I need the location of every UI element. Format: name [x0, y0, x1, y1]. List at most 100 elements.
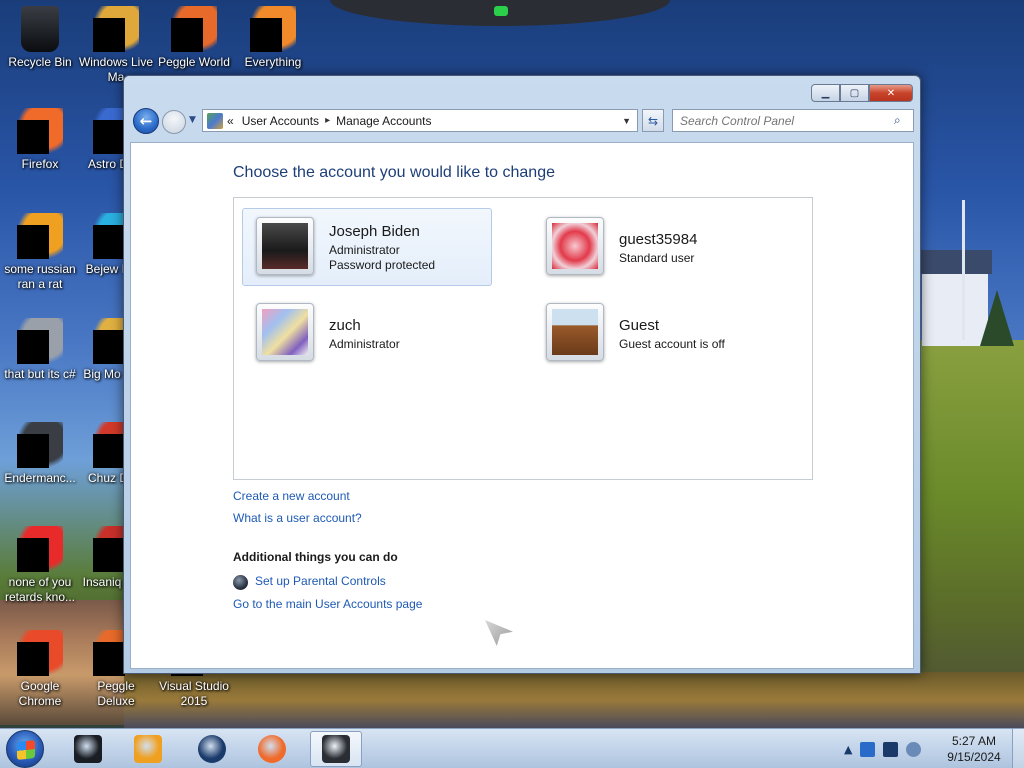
- system-tray: ▲: [844, 737, 929, 761]
- account-list: Joseph Biden Administrator Password protec…: [233, 197, 813, 480]
- taskbar: ▲ 5:27 AM 9/15/2024: [0, 728, 1024, 768]
- desktop-shortcut[interactable]: Everything: [234, 6, 312, 70]
- account-type: Standard user: [619, 251, 695, 265]
- desktop-shortcut[interactable]: none of you retards kno...: [1, 526, 79, 605]
- desktop-shortcut-label: Endermanc...: [4, 471, 76, 485]
- taskbar-button[interactable]: [122, 731, 174, 767]
- desktop-shortcut[interactable]: Google Chrome: [1, 630, 79, 709]
- show-desktop-button[interactable]: [1012, 729, 1024, 768]
- windows-logo-icon: [17, 740, 35, 760]
- show-hidden-icons-button[interactable]: ▲: [844, 743, 852, 756]
- redaction-block: [171, 18, 203, 52]
- redaction-block: [17, 120, 49, 154]
- shortcut-icon: [17, 318, 63, 364]
- account-picture-star: [552, 223, 598, 269]
- account-picture-briefcase: [552, 309, 598, 355]
- redaction-block: [93, 538, 125, 572]
- account-picture-abstract: [262, 309, 308, 355]
- page-title: Choose the account you would like to cha…: [233, 164, 555, 181]
- clock-date: 9/15/2024: [947, 750, 1001, 764]
- media-player-icon: [134, 735, 162, 763]
- start-button[interactable]: [6, 730, 44, 768]
- taskbar-button[interactable]: [246, 731, 298, 767]
- address-dropdown-icon[interactable]: ▼: [622, 116, 631, 126]
- search-box[interactable]: ⌕: [672, 109, 914, 132]
- redaction-block: [250, 18, 282, 52]
- chrome-icon: [17, 630, 63, 676]
- breadcrumb-manage-accounts[interactable]: Manage Accounts: [336, 114, 431, 128]
- account-type: Administrator: [329, 337, 400, 351]
- account-picture-dark: [262, 223, 308, 269]
- account-picture-frame: [546, 303, 604, 361]
- main-user-accounts-link[interactable]: Go to the main User Accounts page: [233, 597, 422, 611]
- recent-pages-dropdown[interactable]: ▼: [189, 115, 199, 125]
- maximize-button[interactable]: ▢: [840, 84, 869, 102]
- desktop-shortcut-label: some russian ran a rat: [4, 262, 76, 291]
- desktop-wallpaper-flagpole: [962, 200, 965, 340]
- desktop-shortcut[interactable]: Recycle Bin: [1, 6, 79, 70]
- additional-heading: Additional things you can do: [233, 550, 398, 564]
- account-picture-frame: [256, 303, 314, 361]
- forward-button[interactable]: [162, 110, 186, 134]
- account-name: Guest: [619, 317, 660, 334]
- volume-icon[interactable]: [906, 741, 922, 757]
- desktop-shortcut[interactable]: Peggle World: [155, 6, 233, 70]
- account-tile[interactable]: Joseph Biden Administrator Password protec…: [242, 208, 492, 286]
- taskbar-button[interactable]: [310, 731, 362, 767]
- redaction-block: [93, 434, 125, 468]
- desktop-shortcut[interactable]: Endermanc...: [1, 422, 79, 486]
- back-button[interactable]: ←: [133, 108, 159, 134]
- account-name: Joseph Biden: [329, 223, 420, 240]
- address-bar[interactable]: « User Accounts ▸ Manage Accounts ▼: [202, 109, 638, 132]
- desktop-shortcut[interactable]: Windows Live Ma: [77, 6, 155, 85]
- desktop-wallpaper-ground: [124, 672, 1024, 728]
- taskbar-button[interactable]: [62, 731, 114, 767]
- desktop-shortcut[interactable]: some russian ran a rat: [1, 213, 79, 292]
- redaction-block: [93, 330, 125, 364]
- clock[interactable]: 5:27 AM 9/15/2024: [942, 733, 1006, 765]
- user-accounts-window: ▁ ▢ ✕ ← ▼ « User Accounts ▸ Manage Accou…: [123, 75, 921, 674]
- parental-controls-link[interactable]: Set up Parental Controls: [255, 574, 386, 588]
- black-box-icon: [74, 735, 102, 763]
- windows-live-icon: [93, 6, 139, 52]
- navigation-bar: ← ▼ « User Accounts ▸ Manage Accounts ▼ …: [132, 107, 914, 135]
- redaction-block: [17, 434, 49, 468]
- gadget-indicator: [494, 6, 508, 16]
- refresh-icon: ⇆: [647, 113, 659, 128]
- globe-app-icon: [198, 735, 226, 763]
- account-picture-frame: [256, 217, 314, 275]
- desktop-shortcut-label: Recycle Bin: [8, 55, 72, 69]
- redaction-block: [17, 538, 49, 572]
- search-icon[interactable]: ⌕: [894, 113, 908, 127]
- redaction-block: [93, 120, 125, 154]
- desktop-shortcut-label: Visual Studio 2015: [159, 679, 229, 708]
- close-button[interactable]: ✕: [869, 84, 913, 102]
- account-tile[interactable]: Guest Guest account is off: [532, 294, 782, 372]
- parental-controls-icon: [233, 575, 248, 590]
- desktop-shortcut-label: Everything: [244, 55, 302, 69]
- account-tile[interactable]: guest35984 Standard user: [532, 208, 782, 286]
- firefox-icon: [258, 735, 286, 763]
- desktop-shortcut[interactable]: Firefox: [1, 108, 79, 172]
- desktop-shortcut-label: none of you retards kno...: [4, 575, 76, 604]
- refresh-button[interactable]: ⇆: [642, 109, 664, 132]
- desktop-wallpaper-roof: [918, 250, 992, 274]
- create-account-link[interactable]: Create a new account: [233, 489, 350, 503]
- network-icon[interactable]: [883, 741, 899, 757]
- desktop-shortcut-label: Google Chrome: [18, 679, 62, 708]
- content-pane: Choose the account you would like to cha…: [130, 142, 914, 669]
- taskbar-button[interactable]: [186, 731, 238, 767]
- breadcrumb-overflow[interactable]: «: [227, 114, 234, 128]
- breadcrumb-user-accounts[interactable]: User Accounts: [242, 114, 319, 128]
- redaction-block: [93, 18, 125, 52]
- account-tile[interactable]: zuch Administrator: [242, 294, 492, 372]
- window-controls: ▁ ▢ ✕: [811, 84, 913, 102]
- tray-app-icon[interactable]: [860, 741, 876, 757]
- search-input[interactable]: [680, 113, 890, 128]
- redaction-block: [17, 225, 49, 259]
- everything-icon: [250, 6, 296, 52]
- desktop-shortcut[interactable]: that but its c#: [1, 318, 79, 382]
- breadcrumb-separator-icon[interactable]: ▸: [325, 115, 330, 126]
- minimize-button[interactable]: ▁: [811, 84, 840, 102]
- what-is-user-account-link[interactable]: What is a user account?: [233, 511, 362, 525]
